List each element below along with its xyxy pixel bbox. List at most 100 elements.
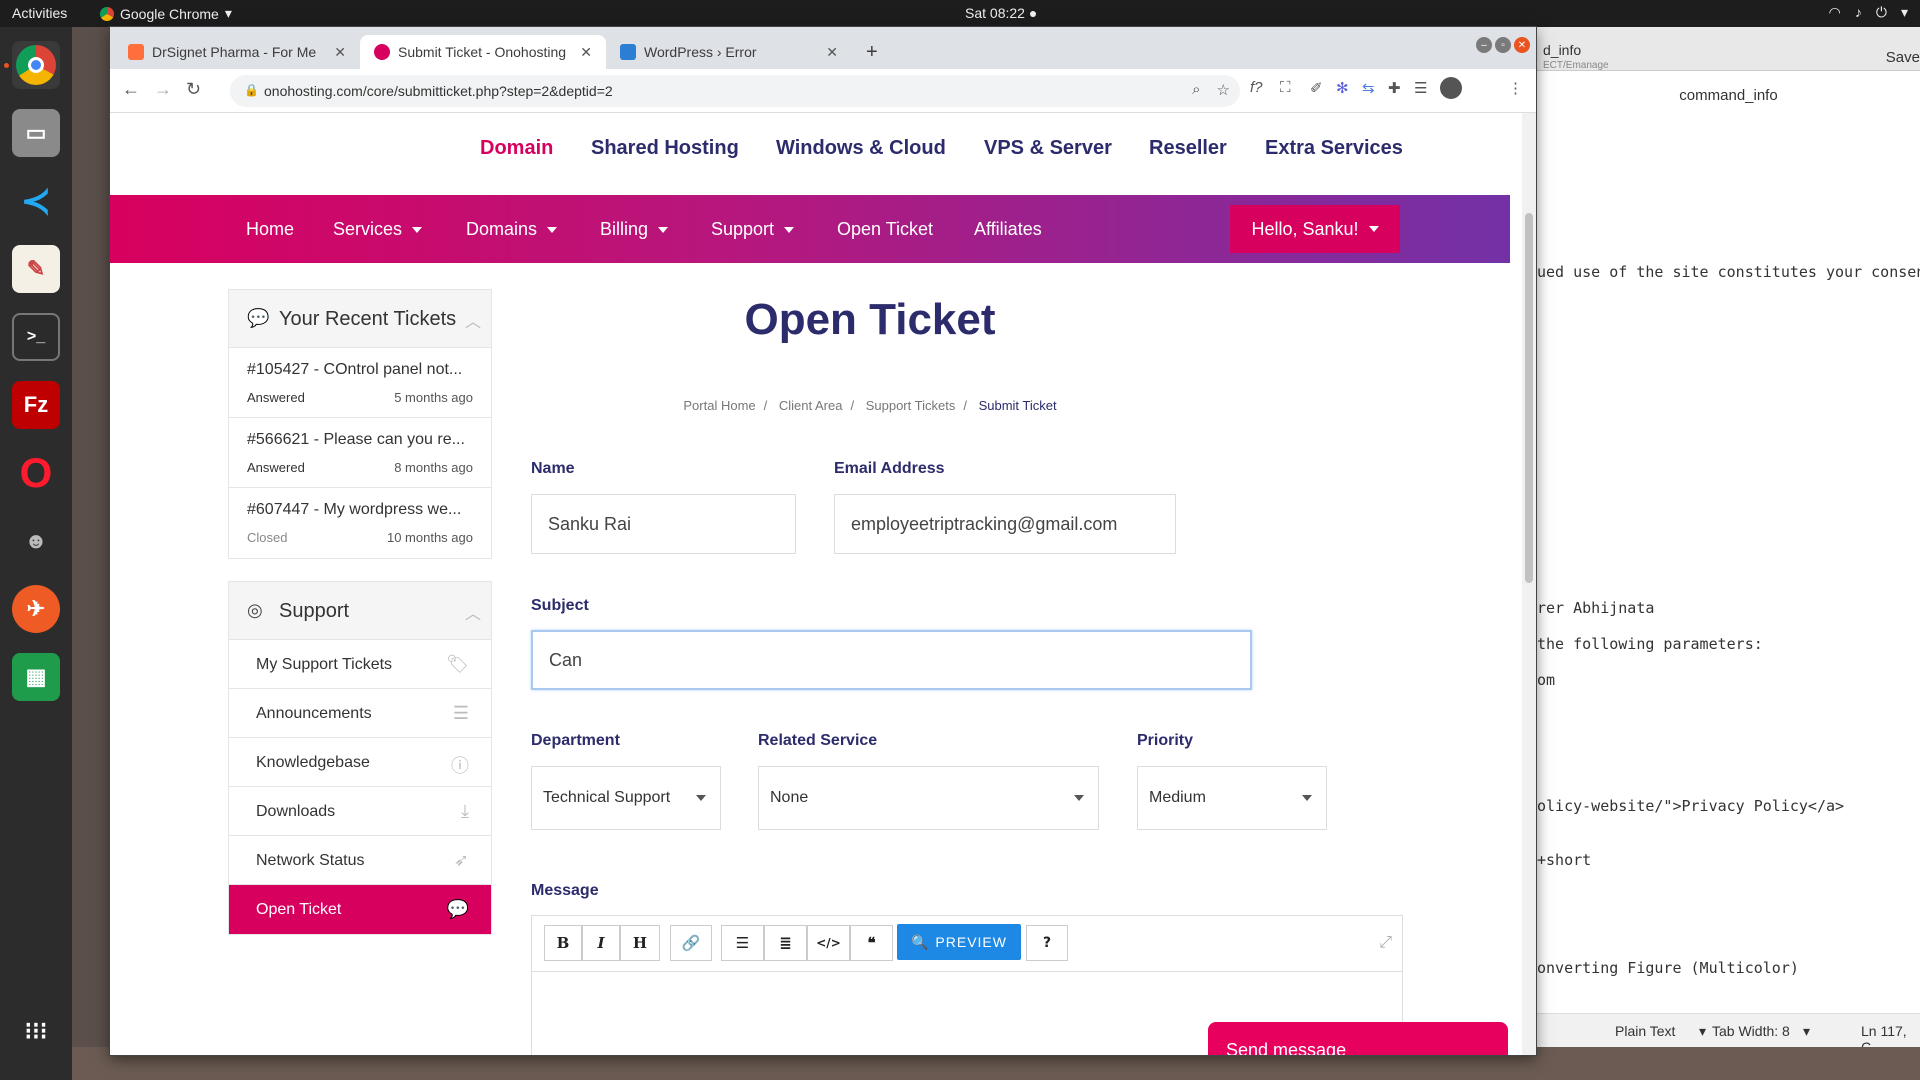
send-message-button[interactable]: Send message <box>1208 1022 1508 1055</box>
ticket-status: Answered <box>247 390 305 405</box>
forward-icon[interactable]: → <box>154 79 172 100</box>
language-selector[interactable]: Plain Text <box>1615 1023 1675 1039</box>
account-menu-button[interactable]: Hello, Sanku! <box>1230 205 1400 253</box>
panel-heading[interactable]: ◎ Support ︿ <box>229 582 491 640</box>
nav-domains[interactable]: Domains <box>466 219 558 240</box>
tab-width-selector[interactable]: Tab Width: 8 <box>1712 1023 1790 1039</box>
support-item-open-ticket[interactable]: Open Ticket 💬 <box>229 885 491 934</box>
nav-support[interactable]: Support <box>711 219 795 240</box>
breadcrumb-portal-home[interactable]: Portal Home <box>683 398 755 413</box>
breadcrumb-support-tickets[interactable]: Support Tickets <box>866 398 956 413</box>
gimp-dock-icon[interactable]: ☻ <box>12 517 60 565</box>
screenshot-extension-icon[interactable]: ⛶ <box>1280 79 1291 96</box>
terminal-dock-icon[interactable]: >_ <box>12 313 60 361</box>
ordered-list-button[interactable]: ≣ <box>764 925 807 961</box>
main-nav-vps-server[interactable]: VPS & Server <box>984 137 1112 160</box>
help-button[interactable]: ? <box>1026 925 1068 961</box>
reload-icon[interactable]: ↻ <box>186 79 201 100</box>
italic-button[interactable]: I <box>582 925 620 961</box>
page-scrollbar[interactable] <box>1522 113 1536 1055</box>
close-icon[interactable]: ✕ <box>580 44 592 61</box>
email-field[interactable]: employeetriptracking@gmail.com <box>834 494 1176 554</box>
main-nav-extra-services[interactable]: Extra Services <box>1265 137 1403 160</box>
nav-services[interactable]: Services <box>333 219 423 240</box>
new-tab-button[interactable]: + <box>852 35 892 69</box>
nav-support-label: Support <box>711 219 775 239</box>
link-button[interactable]: 🔗 <box>670 925 712 961</box>
font-extension-icon[interactable]: f? <box>1250 79 1263 96</box>
minimize-icon[interactable]: – <box>1476 37 1492 53</box>
editor-save-button[interactable]: Save <box>1886 49 1920 66</box>
main-nav-domain[interactable]: Domain <box>480 137 553 160</box>
support-item-knowledgebase[interactable]: Knowledgebase ⓘ <box>229 738 491 787</box>
chevron-up-icon[interactable]: ︿ <box>465 308 481 332</box>
ticket-item[interactable]: #105427 - COntrol panel not... Answered … <box>229 348 491 418</box>
system-tray[interactable]: ◠ ♪ ⏻ ▾ <box>1829 4 1908 21</box>
department-select[interactable]: Technical Support <box>531 766 721 830</box>
address-bar[interactable]: 🔒 onohosting.com/core/submitticket.php?s… <box>230 75 1240 107</box>
main-nav-shared-hosting[interactable]: Shared Hosting <box>591 137 739 160</box>
unordered-list-button[interactable]: ☰ <box>721 925 764 961</box>
caret-down-icon <box>1302 795 1312 801</box>
react-extension-icon[interactable]: ✻ <box>1336 79 1349 97</box>
nav-home[interactable]: Home <box>246 219 294 240</box>
maximize-icon[interactable]: ▫ <box>1495 37 1511 53</box>
nav-open-ticket[interactable]: Open Ticket <box>837 219 933 240</box>
close-icon[interactable]: ✕ <box>334 44 346 61</box>
close-window-icon[interactable]: ✕ <box>1514 37 1530 53</box>
priority-select[interactable]: Medium <box>1137 766 1327 830</box>
browser-tab[interactable]: WordPress › Error ✕ <box>606 35 852 69</box>
chrome-dock-icon[interactable] <box>12 41 60 89</box>
lock-icon[interactable]: 🔒 <box>244 83 259 97</box>
main-nav-reseller[interactable]: Reseller <box>1149 137 1227 160</box>
main-nav-windows-cloud[interactable]: Windows & Cloud <box>776 137 946 160</box>
bold-button[interactable]: B <box>544 925 582 961</box>
extensions-puzzle-icon[interactable]: ✚ <box>1388 79 1401 97</box>
chrome-menu-icon[interactable]: ⋮ <box>1508 79 1523 97</box>
vscode-dock-icon[interactable]: ≺ <box>12 177 60 225</box>
back-icon[interactable]: ← <box>122 79 140 100</box>
profile-avatar[interactable] <box>1440 77 1462 99</box>
breadcrumb-client-area[interactable]: Client Area <box>779 398 843 413</box>
text-editor-dock-icon[interactable]: ✎ <box>12 245 60 293</box>
editor-status-bar: Plain Text ▾ Tab Width: 8 ▾ Ln 117, C <box>1537 1013 1920 1055</box>
support-item-announcements[interactable]: Announcements ☰ <box>229 689 491 738</box>
ticket-item[interactable]: #566621 - Please can you re... Answered … <box>229 418 491 488</box>
nav-affiliates[interactable]: Affiliates <box>974 219 1042 240</box>
browser-tab-active[interactable]: Submit Ticket - Onohosting ✕ <box>360 35 606 69</box>
activities-button[interactable]: Activities <box>12 5 67 21</box>
zoom-icon[interactable]: ⌕ <box>1192 81 1200 99</box>
subject-field[interactable]: Can <box>531 630 1252 690</box>
heading-button[interactable]: H <box>620 925 660 961</box>
support-item-network-status[interactable]: Network Status ➶ <box>229 836 491 885</box>
files-dock-icon[interactable]: ▭ <box>12 109 60 157</box>
related-service-select[interactable]: None <box>758 766 1099 830</box>
quote-button[interactable]: ❝ <box>850 925 893 961</box>
colorpicker-extension-icon[interactable]: ✐ <box>1310 79 1323 97</box>
fullscreen-icon[interactable]: ⤢ <box>1379 934 1392 952</box>
panel-heading[interactable]: 💬 Your Recent Tickets ︿ <box>229 290 491 348</box>
scrollbar-thumb[interactable] <box>1525 213 1533 583</box>
app-menu[interactable]: Google Chrome ▾ <box>100 5 232 22</box>
close-icon[interactable]: ✕ <box>826 44 838 61</box>
filezilla-dock-icon[interactable]: Fz <box>12 381 60 429</box>
bookmark-star-icon[interactable]: ☆ <box>1217 81 1230 99</box>
code-button[interactable]: </> <box>807 925 850 961</box>
name-field[interactable]: Sanku Rai <box>531 494 796 554</box>
postman-dock-icon[interactable]: ✈ <box>12 585 60 633</box>
editor-tab-title[interactable]: command_info <box>1537 87 1920 104</box>
support-item-my-tickets[interactable]: My Support Tickets 🏷 <box>229 640 491 689</box>
opera-dock-icon[interactable]: O <box>12 449 60 497</box>
ticket-item[interactable]: #607447 - My wordpress we... Closed 10 m… <box>229 488 491 558</box>
chevron-up-icon[interactable]: ︿ <box>465 600 481 624</box>
support-item-downloads[interactable]: Downloads ⤓ <box>229 787 491 836</box>
support-item-label: Downloads <box>256 803 336 820</box>
preview-button[interactable]: 🔍 PREVIEW <box>897 924 1021 960</box>
reading-list-icon[interactable]: ☰ <box>1414 79 1427 97</box>
show-apps-icon[interactable]: ⁝⁝⁝ <box>12 1007 60 1055</box>
translate-extension-icon[interactable]: ⇆ <box>1362 79 1375 97</box>
spreadsheet-dock-icon[interactable]: ▦ <box>12 653 60 701</box>
clock[interactable]: Sat 08:22 ● <box>965 5 1037 21</box>
nav-billing[interactable]: Billing <box>600 219 669 240</box>
browser-tab[interactable]: DrSignet Pharma - For Me ✕ <box>114 35 360 69</box>
